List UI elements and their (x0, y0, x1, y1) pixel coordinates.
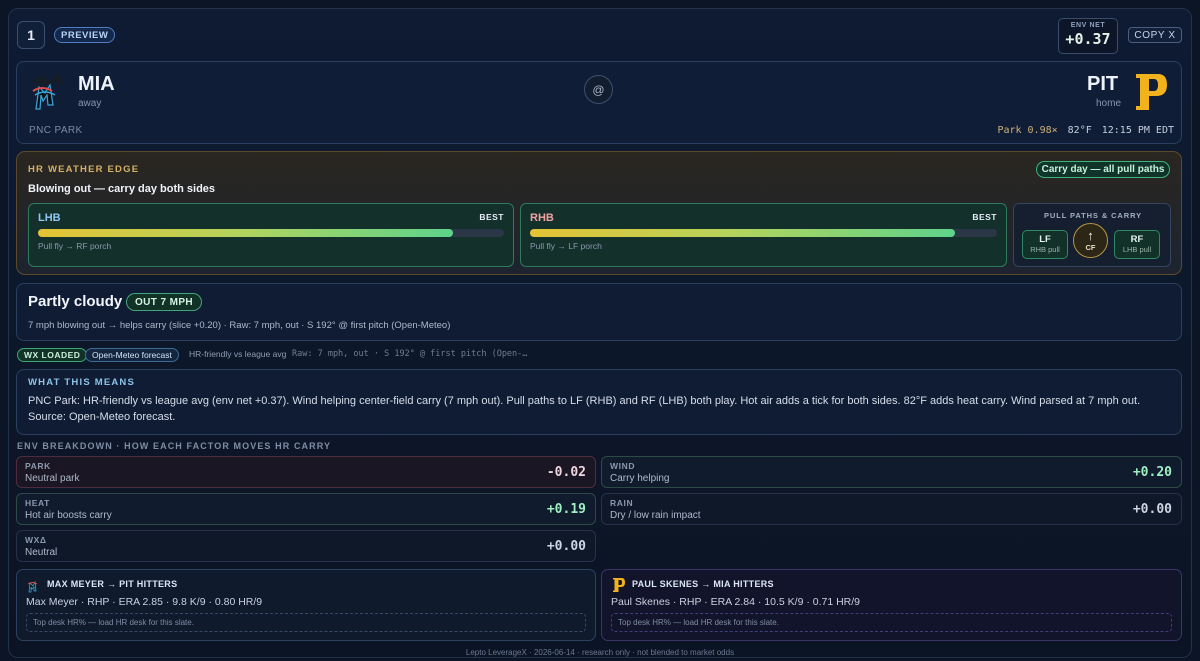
edge-headline: Blowing out — carry day both sides (28, 183, 216, 195)
env-net-value: +0.37 (1065, 30, 1111, 48)
factor-wxd-value: +0.00 (546, 539, 586, 554)
hr-friendly-note: HR-friendly vs league avg (189, 349, 287, 359)
rhb-best-badge: BEST (972, 212, 997, 222)
env-net-box: ENV NET +0.37 (1058, 18, 1118, 54)
first-pitch-time: 12:15 PM EDT (1101, 125, 1174, 136)
factor-rain-value: +0.00 (1132, 502, 1172, 517)
factor-wind-value: +0.20 (1132, 465, 1172, 480)
conditions-detail: 7 mph blowing out → helps carry (slice +… (28, 320, 451, 331)
home-team-role: home (1096, 98, 1122, 109)
lhb-carry-bar (38, 229, 504, 237)
home-pitcher-card: PAUL SKENES → MIA HITTERS Paul Skenes · … (601, 569, 1182, 641)
away-pitcher-stats: Max Meyer · RHP · ERA 2.85 · 9.8 K/9 · 0… (26, 596, 263, 608)
venue-name: PNC PARK (29, 125, 83, 136)
factor-rain-name: RAIN (610, 498, 634, 508)
lhb-edge-box: LHB BEST Pull fly → RF porch (28, 203, 514, 267)
raw-wind-line: Raw: 7 mph, out · S 192° @ first pitch (… (292, 349, 528, 359)
footer-disclaimer: Lepto LeverageX · 2026-06-14 · research … (465, 648, 735, 657)
pirates-mini-logo-icon (612, 577, 626, 593)
copy-x-button[interactable]: COPY X (1128, 27, 1182, 43)
home-pitcher-heading: PAUL SKENES → MIA HITTERS (632, 579, 774, 589)
lhb-note: Pull fly → RF porch (38, 241, 112, 251)
env-net-label: ENV NET (1070, 22, 1106, 29)
cf-carry-indicator: ↑ CF (1073, 223, 1108, 258)
factor-rain-desc: Dry / low rain impact (610, 510, 701, 521)
game-meta: Park 0.98× 82°F 12:15 PM EDT (997, 125, 1174, 136)
home-pitcher-hr-desk[interactable]: Top desk HR% — load HR desk for this sla… (611, 613, 1172, 632)
away-pitcher-hr-desk[interactable]: Top desk HR% — load HR desk for this sla… (26, 613, 586, 632)
cf-title: CF (1085, 243, 1096, 252)
park-factor: Park 0.98× (997, 125, 1058, 136)
rhb-carry-bar (530, 229, 997, 237)
lf-pull-path: LF RHB pull (1022, 230, 1068, 259)
rf-sub: LHB pull (1122, 245, 1152, 254)
factor-heat-desc: Hot air boosts carry (25, 510, 112, 521)
temperature: 82°F (1067, 125, 1092, 136)
marlins-logo-icon (28, 71, 68, 111)
away-pitcher-card: MAX MEYER → PIT HITTERS Max Meyer · RHP … (16, 569, 596, 641)
factor-heat-name: HEAT (25, 498, 50, 508)
lf-title: LF (1039, 234, 1051, 245)
away-team-code: MIA (78, 73, 115, 95)
env-breakdown-label: ENV BREAKDOWN · HOW EACH FACTOR MOVES HR… (17, 441, 332, 451)
home-pitcher-stats: Paul Skenes · RHP · ERA 2.84 · 10.5 K/9 … (611, 596, 861, 608)
lhb-carry-bar-fill (38, 229, 453, 237)
wx-loaded-pill: WX LOADED (17, 348, 88, 362)
rank-badge: 1 (17, 21, 45, 49)
lf-sub: RHB pull (1030, 245, 1060, 254)
factor-wind-desc: Carry helping (610, 473, 670, 484)
factor-heat: HEAT Hot air boosts carry +0.19 (16, 493, 596, 525)
factor-wxd-name: WXΔ (25, 535, 47, 545)
lhb-title: LHB (38, 212, 61, 224)
factor-wind-name: WIND (610, 461, 636, 471)
factor-park-desc: Neutral park (25, 473, 80, 484)
lhb-best-badge: BEST (479, 212, 504, 222)
rhb-carry-bar-fill (530, 229, 955, 237)
pirates-logo-icon (1130, 70, 1170, 114)
conditions-card (16, 283, 1182, 341)
factor-park: PARK Neutral park -0.02 (16, 456, 596, 488)
forecast-source-pill: Open-Meteo forecast (85, 348, 179, 362)
carry-day-pill: Carry day — all pull paths (1036, 161, 1170, 178)
rhb-edge-box: RHB BEST Pull fly → LF porch (520, 203, 1007, 267)
factor-rain: RAIN Dry / low rain impact +0.00 (601, 493, 1182, 525)
pull-paths-label: PULL PATHS & CARRY (1044, 211, 1143, 220)
home-team-code: PIT (1087, 73, 1119, 95)
factor-wxd-desc: Neutral (25, 547, 58, 558)
away-pitcher-heading: MAX MEYER → PIT HITTERS (47, 579, 178, 589)
at-symbol: @ (584, 75, 613, 104)
rf-pull-path: RF LHB pull (1114, 230, 1160, 259)
factor-wind: WIND Carry helping +0.20 (601, 456, 1182, 488)
rhb-title: RHB (530, 212, 554, 224)
up-arrow-icon: ↑ (1087, 228, 1094, 243)
rf-title: RF (1130, 234, 1144, 245)
what-this-means-label: WHAT THIS MEANS (28, 377, 136, 388)
edge-section-label: HR WEATHER EDGE (28, 164, 140, 175)
factor-heat-value: +0.19 (546, 502, 586, 517)
away-team-role: away (78, 98, 102, 109)
sky-condition: Partly cloudy (28, 293, 123, 310)
factor-park-name: PARK (25, 461, 51, 471)
what-this-means-text: PNC Park: HR-friendly vs league avg (env… (28, 395, 1141, 423)
rhb-note: Pull fly → LF porch (530, 241, 602, 251)
factor-park-value: -0.02 (546, 465, 586, 480)
marlins-mini-logo-icon (26, 577, 42, 593)
factor-wx-delta: WXΔ Neutral +0.00 (16, 530, 596, 562)
wind-pill: OUT 7 MPH (126, 293, 203, 311)
preview-status-pill: PREVIEW (54, 27, 116, 43)
